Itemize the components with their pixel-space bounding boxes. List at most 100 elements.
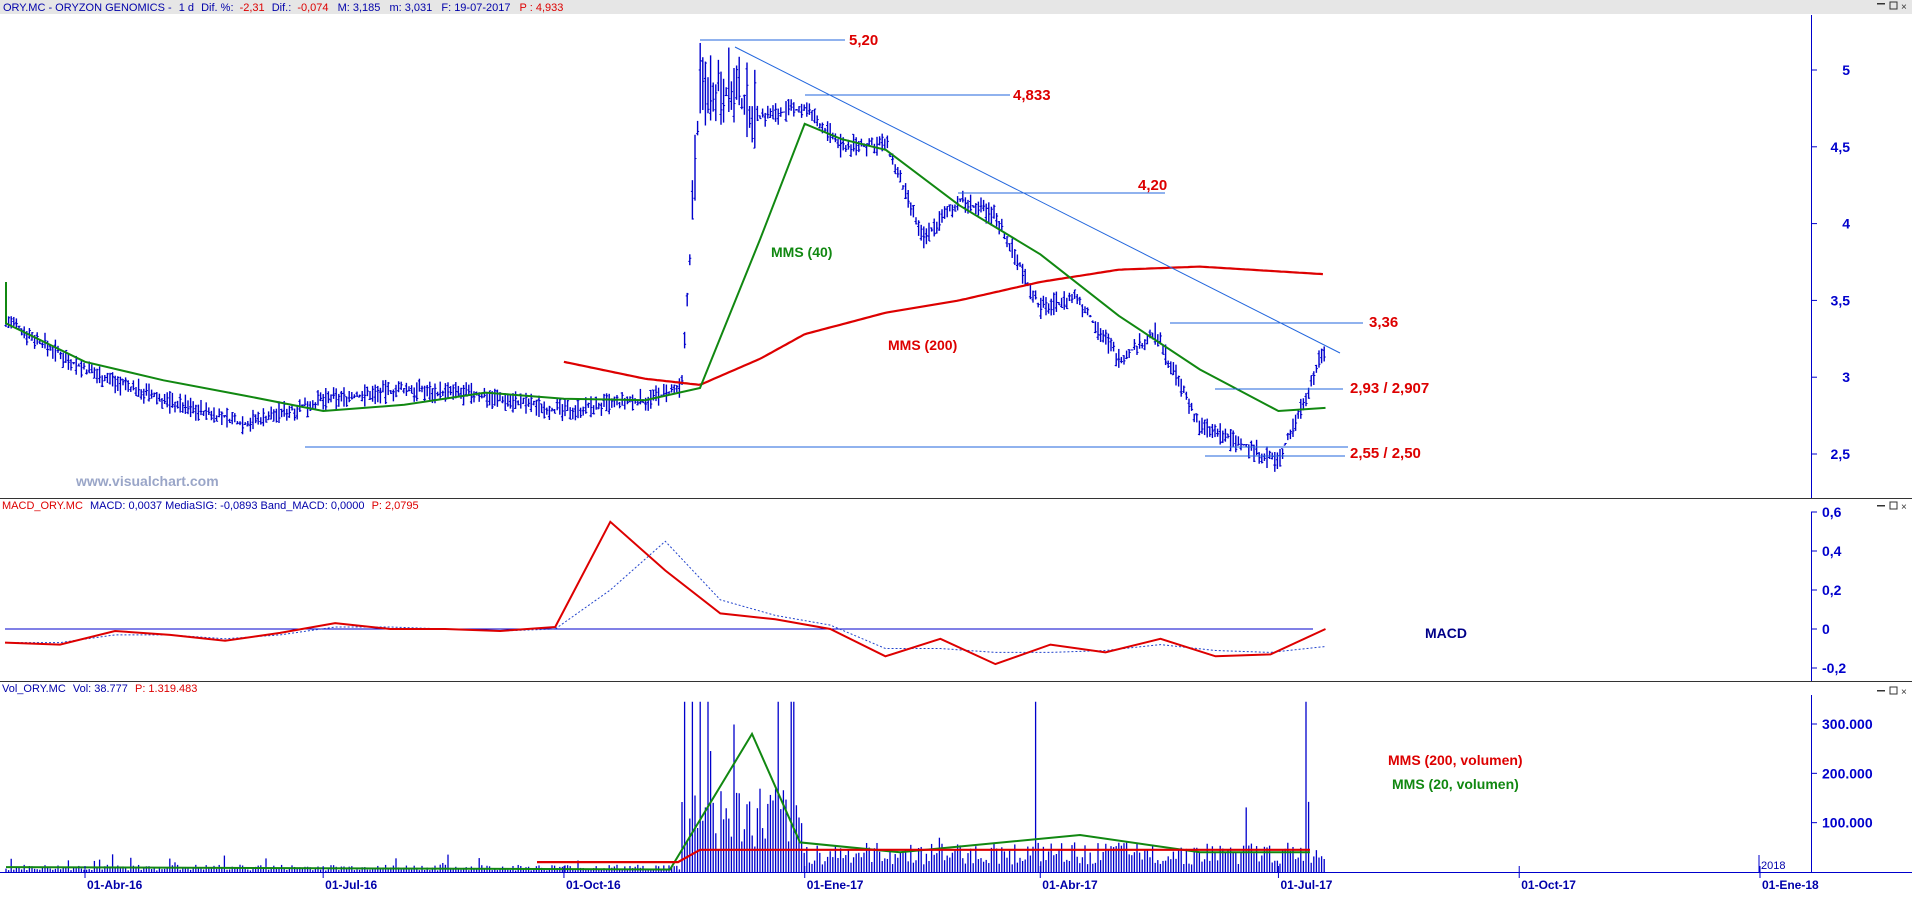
- price-bar: [438, 381, 442, 400]
- price-bar: [1036, 302, 1040, 308]
- maximize-icon[interactable]: [1889, 501, 1898, 510]
- price-bar: [1060, 297, 1064, 309]
- price-bar: [469, 382, 473, 404]
- price-bar: [381, 380, 385, 393]
- price-bar: [472, 391, 476, 403]
- price-bar: [1057, 302, 1061, 306]
- price-bar: [347, 391, 351, 403]
- price-bar: [233, 413, 237, 423]
- price-bar: [573, 405, 577, 421]
- macd-tick-label: 0: [1822, 621, 1830, 637]
- price-bar: [259, 417, 263, 425]
- maximize-icon[interactable]: [1889, 686, 1898, 695]
- price-bar: [521, 397, 525, 404]
- price-bar: [160, 398, 164, 409]
- price-bar: [896, 166, 900, 178]
- label-mms40: MMS (40): [771, 244, 832, 260]
- price-bar: [724, 87, 728, 97]
- price-bar: [1070, 293, 1074, 304]
- price-bar: [776, 108, 780, 125]
- price-bar: [137, 378, 141, 397]
- price-bar: [878, 136, 882, 146]
- price-bar: [1322, 346, 1326, 362]
- price-tick-label: 5: [1842, 62, 1850, 78]
- price-bar: [1317, 350, 1321, 368]
- price-bar: [599, 402, 603, 416]
- price-bar: [870, 137, 874, 146]
- close-icon[interactable]: ×: [1901, 502, 1907, 513]
- price-bar: [220, 411, 224, 426]
- price-bar: [40, 342, 44, 348]
- volume-bars: [5, 701, 1325, 872]
- price-bar: [1187, 398, 1191, 414]
- macd-header-values: MACD: 0,0037 MediaSIG: -0,0893 Band_MACD…: [90, 500, 365, 512]
- price-bar: [402, 388, 406, 394]
- volume-axis: 100.000 200.000 300.000: [1811, 716, 1873, 831]
- volume-header: Vol_ORY.MC Vol: 38.777 P: 1.319.483: [2, 683, 197, 695]
- price-bar: [303, 397, 307, 407]
- header-max: M: 3,185: [338, 2, 381, 14]
- price-bar: [373, 384, 377, 405]
- price-bar: [571, 407, 575, 420]
- price-bar: [737, 56, 741, 106]
- close-icon[interactable]: ×: [1901, 687, 1907, 698]
- price-bar: [355, 391, 359, 398]
- window-controls-macd[interactable]: ×: [1877, 501, 1907, 513]
- price-bar: [914, 217, 918, 225]
- window-controls-volume[interactable]: ×: [1877, 686, 1907, 698]
- price-bar: [121, 378, 125, 386]
- price-bar: [1229, 429, 1233, 452]
- price-bar: [844, 145, 848, 152]
- price-bar: [243, 422, 247, 425]
- price-bar: [1080, 304, 1084, 318]
- price-bar: [194, 404, 198, 421]
- header-period: 1 d: [179, 2, 194, 14]
- price-bar: [1067, 292, 1071, 302]
- price-bar: [173, 401, 177, 413]
- price-bar: [1260, 453, 1264, 464]
- price-bar: [118, 376, 122, 396]
- price-bar: [950, 204, 954, 218]
- price-bar: [1234, 435, 1238, 453]
- price-bar: [885, 135, 889, 149]
- price-bar: [540, 403, 544, 414]
- price-bar: [818, 123, 822, 129]
- price-bar: [553, 409, 557, 414]
- price-bar: [371, 385, 375, 402]
- price-bar: [787, 99, 791, 116]
- price-bar: [1200, 417, 1204, 434]
- price-bar: [417, 378, 421, 392]
- close-icon[interactable]: ×: [1901, 2, 1907, 13]
- price-bar: [168, 391, 172, 414]
- price-bar: [277, 401, 281, 424]
- price-bar: [1304, 392, 1308, 407]
- price-bar: [363, 384, 367, 407]
- chart-window: ORY.MC - ORYZON GENOMICS - 1 d Dif. %: -…: [0, 0, 1912, 892]
- price-bar: [1221, 430, 1225, 444]
- volume-header-p: P: 1.319.483: [135, 683, 197, 695]
- price-bar: [116, 376, 120, 391]
- minimize-icon[interactable]: [1877, 3, 1885, 5]
- minimize-icon[interactable]: [1877, 505, 1885, 507]
- price-bar: [727, 47, 731, 113]
- price-bar: [750, 106, 754, 143]
- price-bar: [898, 170, 902, 183]
- price-bar: [893, 164, 897, 175]
- header-min: m: 3,031: [389, 2, 432, 14]
- price-bar: [1039, 297, 1043, 320]
- price-tick-label: 2,5: [1831, 446, 1851, 462]
- price-bar: [1288, 429, 1292, 440]
- minimize-icon[interactable]: [1877, 690, 1885, 692]
- price-bar: [170, 392, 174, 408]
- price-bar: [1099, 328, 1103, 342]
- price-bar: [995, 213, 999, 227]
- price-bar: [1135, 345, 1139, 355]
- price-bar: [930, 227, 934, 232]
- price-bar: [222, 414, 226, 418]
- macd-axis: 0,6 0,4 0,2 0 -0,2: [1811, 504, 1846, 676]
- time-tick-label: 01-Jul-17: [1280, 878, 1332, 892]
- price-bar: [43, 332, 47, 349]
- price-bar: [1062, 291, 1066, 310]
- macd-signal-line: [5, 540, 1326, 653]
- price-bar: [1140, 342, 1144, 349]
